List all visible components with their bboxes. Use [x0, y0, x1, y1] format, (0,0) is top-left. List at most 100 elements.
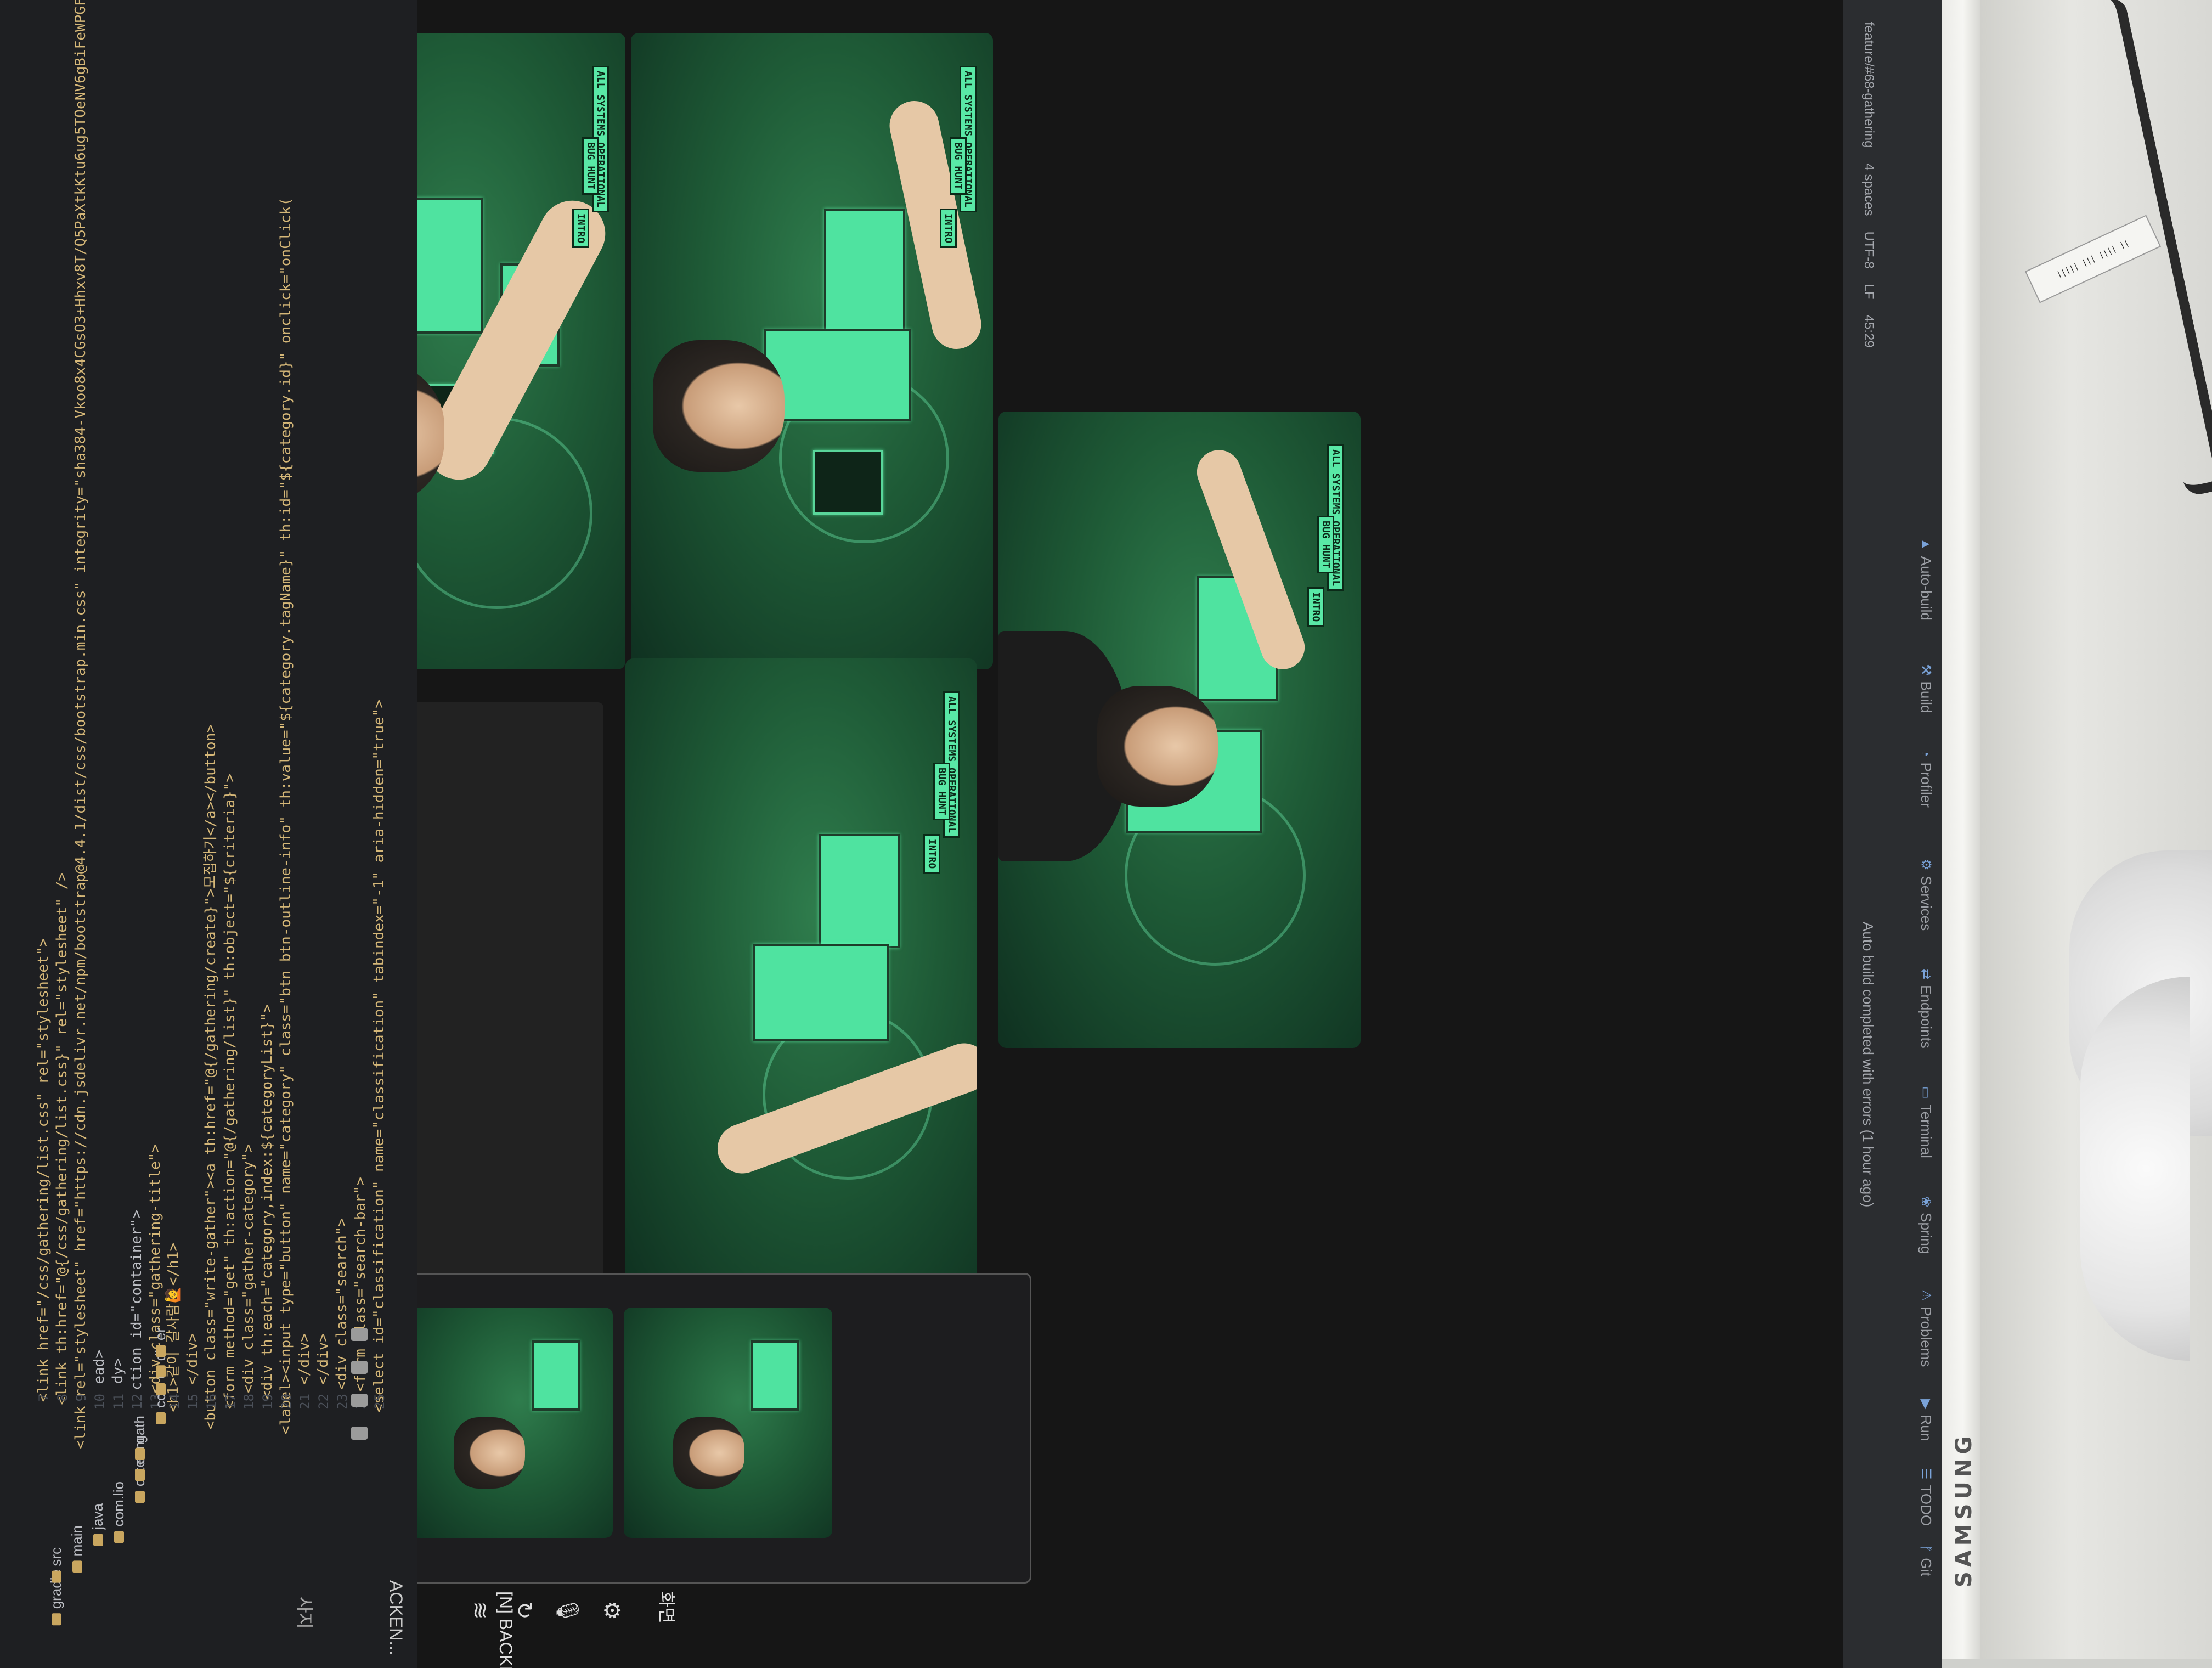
- tree-item-label: cc: [152, 1394, 168, 1408]
- audio-wave-icon[interactable]: ≋: [466, 1597, 494, 1624]
- mini-video-tile-2[interactable]: [624, 1308, 832, 1538]
- floating-mini-window[interactable]: ⋮ ⇥ ◳: [315, 1273, 1031, 1584]
- status-tab-terminal[interactable]: ▭ Terminal: [1917, 1086, 1934, 1158]
- status-tab-label: Run: [1918, 1415, 1934, 1441]
- line-ending-label[interactable]: LF: [1861, 284, 1876, 300]
- tree-item-label: main: [69, 1525, 85, 1557]
- services-icon: ⚙: [1918, 859, 1933, 871]
- code-line[interactable]: <link rel="stylesheet" href="https://cdn…: [72, 0, 89, 1449]
- mini-video-tile-1[interactable]: [404, 1308, 613, 1538]
- code-line[interactable]: <form method="get" th:action="@{/gatheri…: [222, 774, 238, 1409]
- code-line[interactable]: </div>: [184, 1333, 201, 1385]
- board-text: BUG HUNT: [950, 137, 967, 195]
- tree-item[interactable]: src: [48, 1547, 65, 1583]
- code-line[interactable]: <button class="write-gather"><a th:href=…: [199, 724, 219, 1429]
- status-tab-git[interactable]: ᚠ Git: [1917, 1545, 1934, 1576]
- participant-avatar: [653, 340, 785, 472]
- tree-item[interactable]: er: [152, 1328, 169, 1357]
- tree-item[interactable]: com.lio: [110, 1481, 127, 1543]
- encoding-label[interactable]: UTF-8: [1861, 232, 1876, 269]
- status-tab-label: Profiler: [1918, 762, 1934, 808]
- board-text: BUG HUNT: [582, 137, 599, 195]
- branch-label[interactable]: feature/#68-gathering: [1861, 22, 1876, 148]
- endpoints-icon: ⇄: [1918, 968, 1933, 980]
- code-line[interactable]: <div class="gather-category">: [240, 1144, 257, 1393]
- cursor-position[interactable]: 45:29: [1861, 315, 1876, 348]
- sidebar-item[interactable]: [351, 1361, 368, 1374]
- code-line[interactable]: <form class="search-bar">: [352, 1177, 369, 1391]
- folder-icon: [134, 1491, 145, 1503]
- indent-label[interactable]: 4 spaces: [1861, 164, 1876, 216]
- board-panel: [751, 1340, 799, 1411]
- build-icon: ⚒: [1918, 664, 1933, 676]
- git-branch-icon: ᚠ: [1918, 1545, 1934, 1553]
- sidebar-item[interactable]: [351, 1427, 368, 1440]
- line-number: 20: [279, 1394, 294, 1410]
- code-line[interactable]: ction id="container">: [128, 1210, 145, 1390]
- board-text: INTRO: [1307, 587, 1324, 627]
- code-line[interactable]: <label><input type="button" name="catego…: [278, 198, 294, 1434]
- status-tab-label: Terminal: [1918, 1104, 1934, 1158]
- status-tab-build[interactable]: ⚒ Build: [1917, 664, 1934, 713]
- code-line[interactable]: </div>: [296, 1333, 313, 1385]
- video-tile-2[interactable]: ALL SYSTEMS OPERATIONAL BUG HUNT INTRO: [631, 33, 993, 669]
- status-tab-label: Services: [1918, 876, 1934, 931]
- meeting-controls: 화면 ⚙ 🎙 ↻ ≋: [417, 1580, 691, 1668]
- status-tab-profiler[interactable]: ◔ Profiler: [1917, 749, 1934, 808]
- code-line[interactable]: dy>: [110, 1358, 126, 1384]
- folder-icon: [155, 1412, 166, 1424]
- line-number: 14: [167, 1394, 182, 1410]
- status-tab-todo[interactable]: ☰ TODO: [1917, 1468, 1934, 1526]
- settings-icon[interactable]: ⚙: [598, 1597, 625, 1624]
- tree-item-label: er: [152, 1328, 168, 1341]
- status-right: feature/#68-gathering 4 spaces UTF-8 LF …: [1861, 22, 1876, 348]
- code-line[interactable]: ead>: [91, 1350, 108, 1384]
- status-tab-auto-build[interactable]: ▲ Auto-build: [1917, 538, 1934, 621]
- microphone-icon[interactable]: 🎙: [554, 1597, 582, 1625]
- folder-icon: [72, 1560, 82, 1573]
- line-number: 22: [316, 1394, 331, 1410]
- code-line[interactable]: <link th:href="@{/css/gathering/list.css…: [54, 872, 70, 1405]
- sidebar-item[interactable]: [351, 1394, 368, 1407]
- share-screen-label[interactable]: 화면: [655, 1591, 680, 1624]
- status-tab-spring[interactable]: ❀ Spring: [1917, 1196, 1934, 1254]
- tree-item[interactable]: java: [89, 1503, 106, 1546]
- board-panel: [824, 208, 905, 334]
- line-number: 12: [129, 1394, 145, 1410]
- line-number: 17: [223, 1394, 238, 1410]
- code-line[interactable]: </div>: [315, 1333, 331, 1385]
- folder-icon: [155, 1345, 166, 1357]
- tree-item-label: com.lio: [110, 1481, 127, 1527]
- video-tile-4[interactable]: ALL SYSTEMS OPERATIONAL BUG HUNT INTRO: [625, 658, 977, 1295]
- spring-icon: ❀: [1918, 1196, 1933, 1208]
- tree-item[interactable]: gath: [131, 1416, 148, 1460]
- code-line[interactable]: <link href="/css/gathering/list.css" rel…: [35, 938, 52, 1402]
- folder-icon: [134, 1447, 145, 1460]
- status-tab-run[interactable]: ▶ Run: [1917, 1399, 1934, 1441]
- run-icon: ▶: [1918, 1399, 1933, 1410]
- board-panel: [532, 1340, 580, 1411]
- monitor-bezel: [1937, 0, 1980, 1659]
- status-tab-services[interactable]: ⚙ Services: [1917, 859, 1934, 931]
- status-tab-label: Build: [1918, 681, 1934, 713]
- folder-icon: [51, 1570, 61, 1583]
- status-tab-label: TODO: [1918, 1485, 1934, 1526]
- folder-icon: [155, 1365, 166, 1378]
- side-panel-tab[interactable]: 사지: [293, 1597, 318, 1629]
- code-line[interactable]: <select id="classification" name="classi…: [371, 700, 387, 1412]
- code-line[interactable]: <div th:each="category,index:${categoryL…: [259, 1004, 275, 1399]
- tree-item[interactable]: cc: [152, 1394, 169, 1424]
- status-tab-problems[interactable]: ⚠ Problems: [1917, 1289, 1934, 1367]
- tree-item-label: java: [89, 1503, 106, 1530]
- line-number: 21: [297, 1394, 313, 1410]
- sidebar-item[interactable]: [351, 1328, 368, 1341]
- board-panel: [819, 834, 900, 948]
- auto-build-icon: ▲: [1918, 538, 1934, 551]
- video-tile-3[interactable]: ALL SYSTEMS OPERATIONAL BUG HUNT INTRO: [998, 412, 1361, 1048]
- tree-item-label: src: [48, 1547, 64, 1566]
- monitor-brand-logo: SAMSUNG: [1951, 1432, 1977, 1587]
- code-line[interactable]: <div class="search">: [334, 1218, 350, 1390]
- tree-item[interactable]: main: [69, 1525, 86, 1573]
- status-tab-endpoints[interactable]: ⇄ Endpoints: [1917, 968, 1934, 1049]
- folder-icon: [155, 1383, 166, 1395]
